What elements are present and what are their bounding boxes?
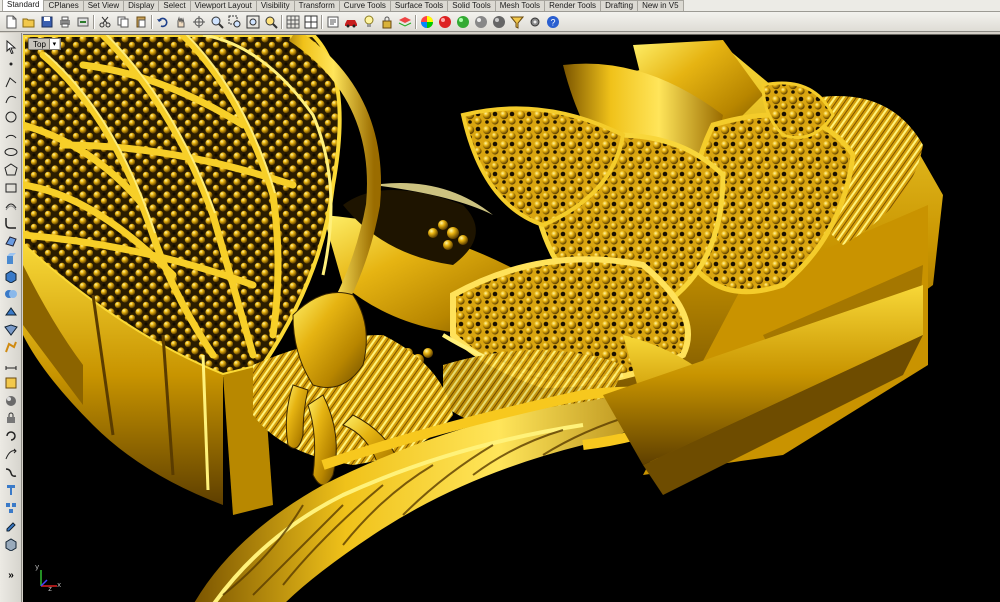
grid-icon[interactable] [285,14,300,29]
tab-curve-tools[interactable]: Curve Tools [338,0,391,11]
analyze-icon[interactable] [3,376,19,390]
point-icon[interactable] [3,57,19,71]
toolbar-tab-strip: Standard CPlanes Set View Display Select View… [0,0,1000,12]
tab-standard[interactable]: Standard [2,0,45,11]
viewport-title-tab[interactable]: Top ▾ [28,38,61,50]
viewport-dropdown-icon[interactable]: ▾ [48,39,59,49]
curve-icon[interactable] [3,92,19,106]
rotate-view-icon[interactable] [191,14,206,29]
box-icon[interactable] [3,269,19,283]
paste-icon[interactable] [133,14,148,29]
tab-mesh-tools[interactable]: Mesh Tools [494,0,546,11]
tab-display[interactable]: Display [123,0,160,11]
rendered-jewelry-model [23,35,943,602]
object-properties-icon[interactable] [325,14,340,29]
layer-box-icon[interactable] [3,537,19,551]
viewport-name: Top [33,39,46,49]
solid-edit-icon[interactable] [3,305,19,319]
zoom-extents-icon[interactable] [245,14,260,29]
four-viewports-icon[interactable] [303,14,318,29]
circle-icon[interactable] [3,110,19,124]
toolbar-separator [321,14,323,29]
standard-toolbar: ? [0,12,1000,32]
boolean-icon[interactable] [3,287,19,301]
ellipse-icon[interactable] [3,145,19,159]
polygon-icon[interactable] [3,163,19,177]
group-icon[interactable] [3,501,19,515]
world-axes-icon: y x z [33,564,63,594]
undo-icon[interactable] [155,14,170,29]
axis-label-x: x [57,582,62,590]
select-arrow-icon[interactable] [3,40,19,54]
pan-hand-icon[interactable] [173,14,188,29]
extrude-icon[interactable] [3,252,19,266]
car-icon[interactable] [343,14,358,29]
new-file-icon[interactable] [3,14,18,29]
grey-sphere-icon[interactable] [473,14,488,29]
toolbar-separator [281,14,283,29]
svg-text:?: ? [550,17,555,27]
more-tools-icon[interactable]: » [3,568,19,582]
mesh-icon[interactable] [3,323,19,337]
filter-icon[interactable] [509,14,524,29]
tab-visibility[interactable]: Visibility [255,0,295,11]
tab-drafting[interactable]: Drafting [600,0,639,11]
arc-icon[interactable] [3,127,19,141]
array-icon[interactable] [3,447,19,461]
zoom-selected-icon[interactable] [263,14,278,29]
rectangle-icon[interactable] [3,181,19,195]
viewport-top[interactable]: Top ▾ y x z [23,34,1000,602]
layers-icon[interactable] [397,14,412,29]
polyline-icon[interactable] [3,75,19,89]
zoom-icon[interactable] [209,14,224,29]
offset-icon[interactable] [3,198,19,212]
shaded-sphere-icon[interactable] [455,14,470,29]
lock-object-icon[interactable] [3,411,19,425]
print-icon[interactable] [57,14,72,29]
rhino-window: Standard CPlanes Set View Display Select View… [0,0,1000,602]
toolbar-separator [93,14,95,29]
open-folder-icon[interactable] [21,14,36,29]
lock-icon[interactable] [379,14,394,29]
tab-transform[interactable]: Transform [293,0,340,11]
light-bulb-icon[interactable] [361,14,376,29]
color-wheel-icon[interactable] [419,14,434,29]
save-icon[interactable] [39,14,54,29]
dimension-icon[interactable] [3,358,19,372]
transform-icon[interactable] [3,340,19,354]
render-settings-icon[interactable] [491,14,506,29]
toolbar-separator [415,14,417,29]
tab-cplanes[interactable]: CPlanes [43,0,84,11]
help-icon[interactable]: ? [545,14,560,29]
copy-icon[interactable] [115,14,130,29]
text-icon[interactable] [3,483,19,497]
tab-surface-tools[interactable]: Surface Tools [389,0,449,11]
render-sphere-icon[interactable] [437,14,452,29]
tab-render-tools[interactable]: Render Tools [544,0,602,11]
fillet-icon[interactable] [3,216,19,230]
properties-icon[interactable] [3,519,19,533]
tab-set-view[interactable]: Set View [82,0,125,11]
toolbar-separator [151,14,153,29]
import-icon[interactable] [75,14,90,29]
tab-new-in-v5[interactable]: New in V5 [637,0,684,11]
axis-label-y: y [35,564,40,572]
tab-solid-tools[interactable]: Solid Tools [447,0,496,11]
left-tool-palette: » [0,33,22,602]
tab-viewport-layout[interactable]: Viewport Layout [189,0,257,11]
tab-select[interactable]: Select [158,0,191,11]
cut-icon[interactable] [97,14,112,29]
join-icon[interactable] [3,465,19,479]
surface-icon[interactable] [3,234,19,248]
options-gear-icon[interactable] [527,14,542,29]
zoom-window-icon[interactable] [227,14,242,29]
axis-label-z: z [48,586,53,594]
render-icon[interactable] [3,394,19,408]
history-icon[interactable] [3,429,19,443]
